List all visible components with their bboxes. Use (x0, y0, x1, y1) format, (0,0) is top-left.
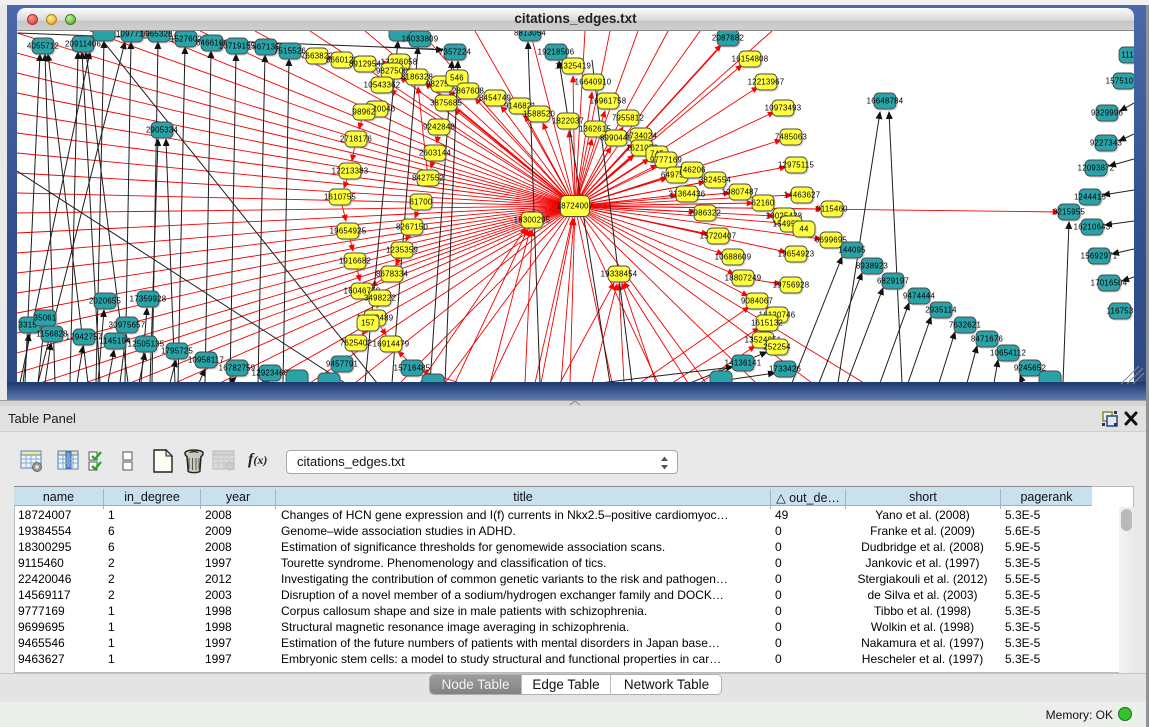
svg-text:8267150: 8267150 (396, 223, 429, 232)
svg-text:10688609: 10688609 (715, 253, 752, 262)
svg-text:15716485: 15716485 (394, 364, 431, 373)
svg-text:1610755: 1610755 (324, 193, 357, 202)
svg-text:12213967: 12213967 (748, 78, 785, 87)
svg-text:15751074: 15751074 (1106, 77, 1134, 86)
svg-text:44: 44 (799, 225, 809, 234)
svg-text:18807249: 18807249 (725, 274, 762, 283)
svg-text:3215955: 3215955 (1053, 208, 1086, 217)
svg-text:1145194: 1145194 (99, 337, 131, 346)
svg-text:6829197: 6829197 (877, 277, 909, 286)
svg-text:7955812: 7955812 (612, 114, 644, 123)
svg-text:2935114: 2935114 (925, 306, 957, 315)
svg-text:144095: 144095 (838, 246, 866, 255)
svg-text:3498222: 3498222 (364, 294, 396, 303)
svg-text:1795725: 1795725 (161, 347, 194, 356)
svg-text:12975115: 12975115 (778, 161, 815, 170)
svg-text:19218506: 19218506 (538, 48, 575, 57)
svg-text:3824554: 3824554 (699, 176, 732, 185)
svg-text:9245652: 9245652 (1014, 364, 1046, 373)
svg-text:6734024: 6734024 (625, 132, 658, 141)
svg-text:7625402: 7625402 (340, 339, 372, 348)
svg-text:14463627: 14463627 (784, 191, 821, 200)
svg-text:17016504: 17016504 (1091, 279, 1128, 288)
svg-text:1588520: 1588520 (523, 110, 556, 119)
svg-text:1112: 1112 (1121, 51, 1134, 60)
svg-text:18724007: 18724007 (557, 202, 594, 211)
svg-text:19338454: 19338454 (601, 270, 638, 279)
svg-text:2905334: 2905334 (146, 126, 179, 135)
svg-text:16914479: 16914479 (373, 340, 410, 349)
svg-text:1615132: 1615132 (751, 319, 783, 328)
svg-text:8813054: 8813054 (514, 31, 547, 38)
svg-text:19654925: 19654925 (330, 227, 367, 236)
svg-text:1244415: 1244415 (1074, 193, 1107, 202)
svg-text:18300295: 18300295 (514, 216, 551, 225)
svg-text:19654923: 19654923 (778, 250, 815, 259)
svg-text:8938923: 8938923 (856, 262, 888, 271)
svg-text:16210643: 16210643 (1074, 223, 1111, 232)
svg-text:17359928: 17359928 (130, 295, 167, 304)
svg-text:10807487: 10807487 (722, 188, 759, 197)
svg-text:14136141: 14136141 (725, 359, 762, 368)
svg-text:546: 546 (450, 74, 464, 83)
svg-text:252254: 252254 (763, 343, 791, 352)
svg-text:1235359: 1235359 (386, 246, 418, 255)
svg-text:7485063: 7485063 (775, 133, 807, 142)
svg-text:16154808: 16154808 (732, 55, 769, 64)
svg-text:11325419: 11325419 (555, 62, 591, 71)
svg-text:12942757: 12942757 (66, 333, 103, 342)
svg-text:9242848: 9242848 (423, 123, 455, 132)
svg-text:12923468: 12923468 (252, 369, 289, 378)
svg-text:116753: 116753 (1107, 307, 1134, 316)
svg-text:1916682: 1916682 (339, 257, 371, 266)
svg-text:2020655: 2020655 (89, 297, 122, 306)
svg-text:98962: 98962 (353, 108, 376, 117)
svg-text:21364436: 21364436 (669, 190, 706, 199)
svg-text:12093872: 12093872 (1078, 164, 1115, 173)
svg-text:9227343: 9227343 (1090, 139, 1122, 148)
svg-text:9457791: 9457791 (326, 360, 358, 369)
svg-text:1733426: 1733426 (769, 365, 801, 374)
svg-text:35061: 35061 (34, 314, 57, 323)
svg-text:16033809: 16033809 (402, 35, 439, 44)
svg-text:20911406: 20911406 (65, 40, 101, 49)
svg-text:7632621: 7632621 (949, 321, 981, 330)
svg-text:30975657: 30975657 (109, 321, 146, 330)
svg-text:746206: 746206 (678, 166, 706, 175)
svg-text:3875685: 3875685 (430, 99, 463, 108)
svg-text:15692971: 15692971 (1081, 252, 1118, 261)
svg-text:8678334: 8678334 (376, 270, 409, 279)
svg-text:9777169: 9777169 (650, 156, 682, 165)
svg-text:2603144: 2603144 (419, 149, 452, 158)
svg-text:12213383: 12213383 (332, 167, 369, 176)
svg-text:8427552: 8427552 (412, 174, 444, 183)
svg-text:9115460: 9115460 (816, 205, 848, 214)
svg-text:16648784: 16648784 (867, 97, 904, 106)
svg-text:7357224: 7357224 (439, 48, 472, 57)
svg-text:10973493: 10973493 (765, 104, 802, 113)
svg-text:10654112: 10654112 (990, 349, 1026, 358)
svg-text:16782759: 16782759 (219, 364, 256, 373)
svg-text:15720407: 15720407 (700, 232, 737, 241)
svg-text:9084067: 9084067 (741, 297, 773, 306)
svg-text:4055712: 4055712 (27, 42, 59, 51)
svg-text:12505135: 12505135 (128, 340, 165, 349)
svg-text:2718176: 2718176 (340, 135, 372, 144)
svg-text:16640910: 16640910 (575, 78, 612, 87)
svg-text:1156828: 1156828 (36, 330, 68, 339)
svg-text:157: 157 (361, 319, 375, 328)
svg-text:9329996: 9329996 (1091, 109, 1123, 118)
svg-text:2087682: 2087682 (712, 34, 744, 43)
svg-text:19756928: 19756928 (773, 281, 810, 290)
svg-text:10543362: 10543362 (364, 81, 401, 90)
svg-text:62160: 62160 (752, 199, 775, 208)
svg-text:7986322: 7986322 (689, 209, 721, 218)
svg-text:16961758: 16961758 (590, 97, 627, 106)
svg-text:8471676: 8471676 (971, 335, 1003, 344)
svg-text:9474444: 9474444 (903, 292, 936, 301)
svg-text:61700: 61700 (410, 198, 433, 207)
